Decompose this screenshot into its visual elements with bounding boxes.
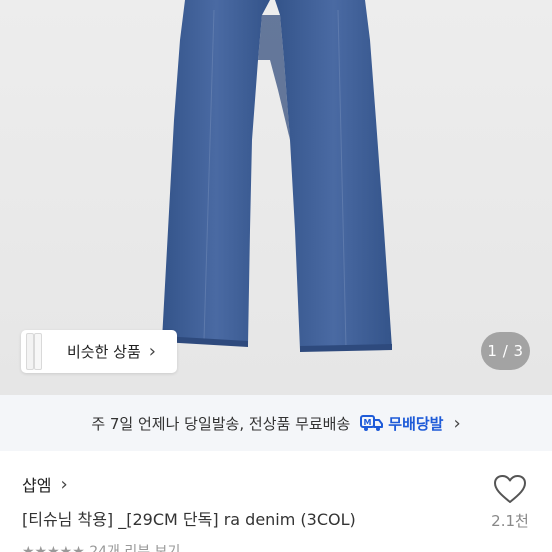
image-page-counter: 1 / 3 bbox=[481, 332, 530, 370]
shipping-banner-text: 주 7일 언제나 당일발송, 전상품 무료배송 bbox=[91, 414, 351, 433]
similar-products-label: 비슷한 상품 bbox=[67, 343, 141, 361]
store-name: 샵엠 bbox=[22, 476, 52, 495]
thumbnail-stack-icon bbox=[21, 330, 51, 373]
heart-outline-icon bbox=[494, 475, 526, 503]
review-rating-row[interactable]: ★★★★★ 24개 리뷰 보기 bbox=[22, 541, 180, 552]
store-link[interactable]: 샵엠 › bbox=[22, 472, 68, 496]
shipping-banner[interactable]: 주 7일 언제나 당일발송, 전상품 무료배송 M 무배당발 › bbox=[0, 395, 552, 451]
chevron-right-icon: › bbox=[60, 473, 68, 495]
chevron-right-icon: › bbox=[148, 341, 156, 362]
shipping-brand-label: 무배당발 bbox=[388, 414, 444, 433]
similar-products-button[interactable]: 비슷한 상품 › bbox=[21, 330, 177, 373]
svg-text:M: M bbox=[364, 418, 372, 427]
chevron-right-icon: › bbox=[453, 412, 461, 434]
like-count: 2.1천 bbox=[491, 512, 529, 530]
like-button[interactable]: 2.1천 bbox=[488, 474, 532, 534]
product-title: [티슈님 착용] _[29CM 단독] ra denim (3COL) bbox=[22, 510, 356, 529]
delivery-truck-icon: M bbox=[360, 414, 384, 432]
